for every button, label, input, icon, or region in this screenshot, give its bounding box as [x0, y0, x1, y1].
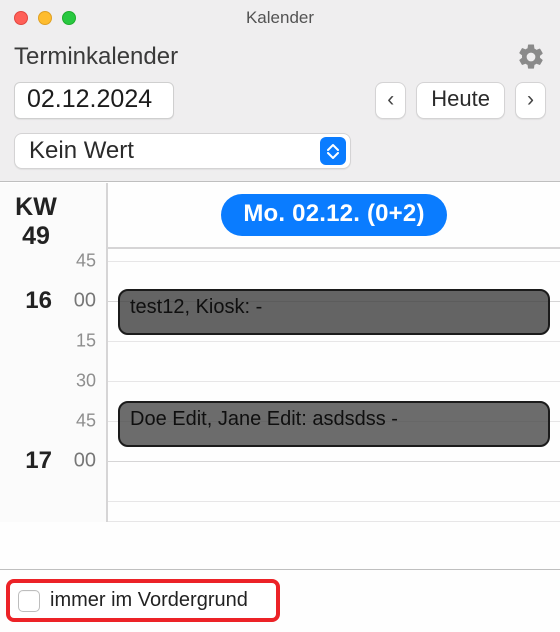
- titlebar: Kalender: [0, 0, 560, 36]
- header: Terminkalender: [0, 36, 560, 72]
- time-mark-30: 30: [76, 371, 96, 392]
- week-label: KW 49: [0, 193, 72, 251]
- day-header: Mo. 02.12. (0+2): [108, 183, 560, 249]
- calendar-select[interactable]: Kein Wert: [14, 133, 351, 169]
- window-title: Kalender: [0, 8, 560, 28]
- settings-gear-icon[interactable]: [516, 42, 546, 72]
- day-header-pill: Mo. 02.12. (0+2): [221, 194, 446, 236]
- time-mark-00b: 00: [74, 450, 96, 473]
- event-item[interactable]: test12, Kiosk: -: [118, 289, 550, 335]
- toolbar-date-nav: 02.12.2024 ‹ Heute ›: [0, 72, 560, 127]
- time-gutter: KW 49 45 16 00 15 30 45 17 00: [0, 183, 108, 522]
- time-mark-00: 00: [74, 290, 96, 313]
- time-mark-15: 15: [76, 331, 96, 352]
- toolbar-select: Kein Wert: [0, 127, 560, 182]
- calendar-select-value: Kein Wert: [29, 137, 320, 165]
- today-button[interactable]: Heute: [416, 82, 505, 118]
- next-day-button[interactable]: ›: [515, 82, 546, 118]
- calendar-grid: KW 49 45 16 00 15 30 45 17 00 Mo. 02.12.…: [0, 182, 560, 522]
- date-field[interactable]: 02.12.2024: [14, 82, 174, 119]
- time-mark-45b: 45: [76, 411, 96, 432]
- prev-day-button[interactable]: ‹: [375, 82, 406, 118]
- chevron-up-down-icon: [320, 137, 346, 165]
- footer-separator: [0, 569, 560, 570]
- time-mark-16h: 16: [25, 287, 52, 315]
- page-title: Terminkalender: [14, 43, 178, 71]
- day-column[interactable]: Mo. 02.12. (0+2) test12, Kiosk: - Doe Ed…: [108, 183, 560, 522]
- event-item[interactable]: Doe Edit, Jane Edit: asdsdss -: [118, 401, 550, 447]
- time-mark-17h: 17: [25, 447, 52, 475]
- always-on-top-annotation: immer im Vordergrund: [6, 579, 280, 622]
- always-on-top-label: immer im Vordergrund: [50, 589, 248, 612]
- time-mark-45: 45: [76, 251, 96, 272]
- always-on-top-checkbox[interactable]: [18, 590, 40, 612]
